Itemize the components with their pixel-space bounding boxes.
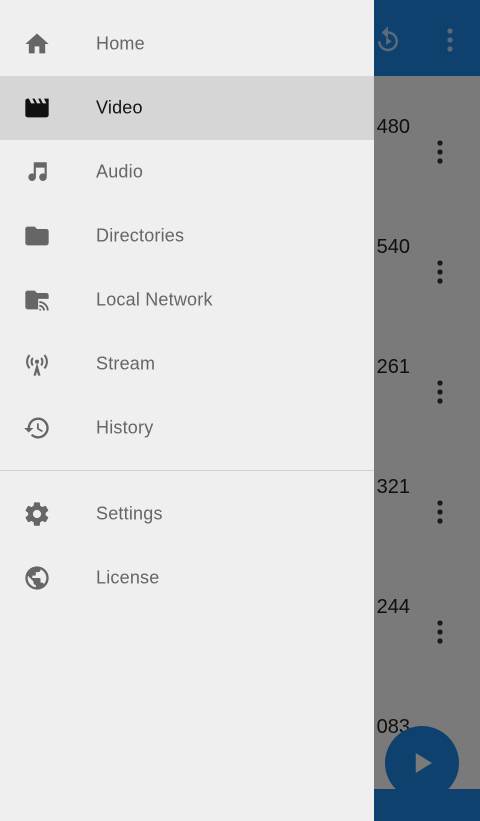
nav-item-label: Directories [96,225,185,246]
nav-item-local-network[interactable]: Local Network [0,268,374,332]
nav-item-stream[interactable]: Stream [0,332,374,396]
nav-item-license[interactable]: License [0,546,374,610]
history-icon [22,413,52,443]
home-icon [22,29,52,59]
music-note-icon [22,157,52,187]
gear-icon [22,499,52,529]
nav-item-label: Video [96,97,143,118]
nav-item-history[interactable]: History [0,396,374,460]
nav-item-directories[interactable]: Directories [0,204,374,268]
video-icon [22,93,52,123]
nav-item-label: License [96,567,160,588]
folder-icon [22,221,52,251]
nav-item-label: Stream [96,353,156,374]
navigation-drawer: Home Video Audio Directories Local Netwo… [0,0,374,821]
stream-antenna-icon [22,349,52,379]
nav-item-label: Settings [96,503,163,524]
network-folder-icon [22,285,52,315]
nav-item-settings[interactable]: Settings [0,482,374,546]
nav-item-video[interactable]: Video [0,76,374,140]
globe-icon [22,563,52,593]
nav-item-label: History [96,417,154,438]
nav-item-label: Audio [96,161,144,182]
nav-item-audio[interactable]: Audio [0,140,374,204]
nav-item-label: Home [96,33,145,54]
drawer-divider [0,470,374,471]
nav-item-home[interactable]: Home [0,12,374,76]
nav-item-label: Local Network [96,289,213,310]
